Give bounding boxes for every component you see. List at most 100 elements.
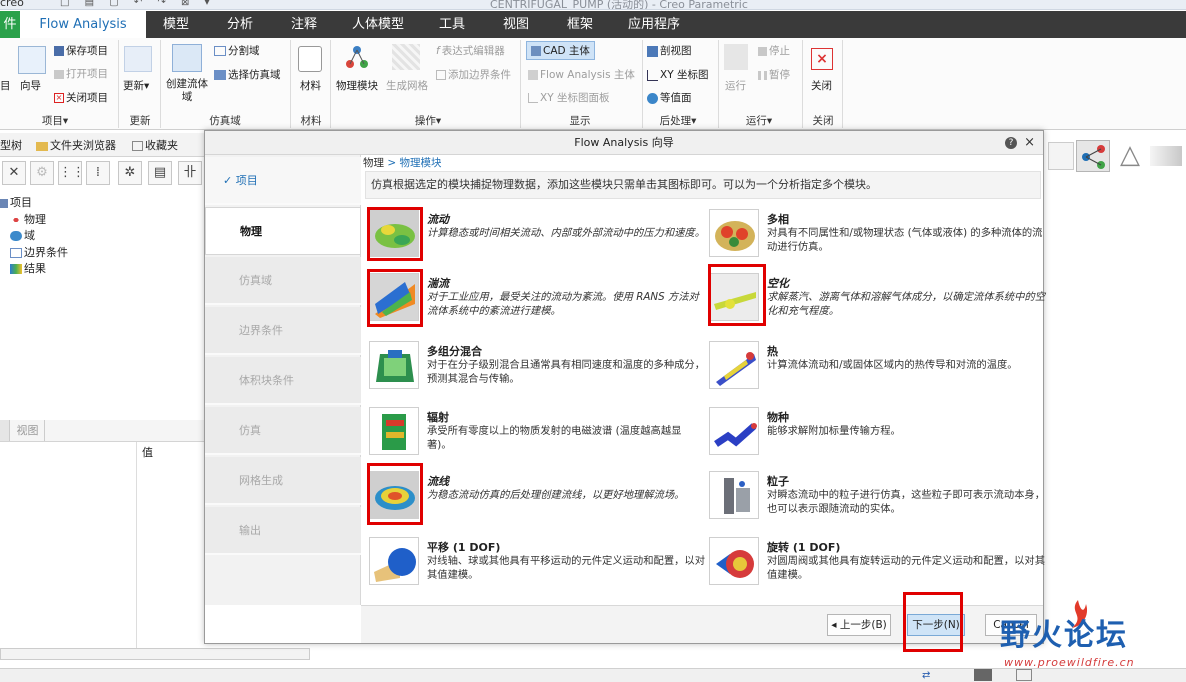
tab-stub[interactable] (0, 420, 10, 441)
expression-editor-button[interactable]: f 表达式编辑器 (436, 43, 505, 58)
fa-body-toggle[interactable]: Flow Analysis 主体 (528, 67, 635, 82)
physics-view-icon[interactable] (1076, 140, 1110, 172)
filter-icon[interactable]: 卝 (178, 161, 202, 185)
module-multiphase[interactable]: 多相 对具有不同属性和/或物理状态 (气体或液体) 的多种流体的流动进行仿真。 (705, 205, 1045, 269)
step-project[interactable]: ✓ 项目 (205, 157, 361, 205)
help-icon[interactable]: ? (1005, 137, 1017, 149)
triangle-icon[interactable]: △ (1116, 140, 1144, 172)
atom-icon[interactable]: ✲ (118, 161, 142, 185)
create-fluid-domain-button[interactable]: 创建流体域 (165, 78, 209, 104)
module-radiation[interactable]: 辐射 承受所有零度以上的物质发射的电磁波谱 (温度越高越显著)。 (365, 403, 705, 467)
close-icon[interactable]: × (811, 48, 833, 70)
close-button[interactable]: 关闭 (811, 78, 832, 93)
split-domain-button[interactable]: 分割域 (214, 43, 260, 58)
grid-icon[interactable]: ⋮⋮ (58, 161, 85, 185)
section-view-button[interactable]: 剖视图 (647, 43, 692, 58)
open-project-button[interactable]: 打开项目 (54, 66, 108, 81)
module-title: 辐射 (427, 411, 449, 424)
open-button[interactable]: 目 (0, 78, 11, 93)
step-boundary-conditions[interactable]: 边界条件 (205, 307, 361, 355)
module-rotation[interactable]: 旋转 (1 DOF) 对圆周阀或其他具有旋转运动的元件定义运动和配置，以对其值建… (705, 533, 1045, 597)
tree-item-project[interactable]: 项目 (0, 194, 32, 210)
module-multicomponent[interactable]: 多组分混合 对于在分子级别混合且通常具有相同速度和温度的多种成分，预测其混合与传… (365, 337, 705, 401)
wizard-icon[interactable] (18, 46, 46, 74)
update-icon[interactable] (124, 46, 152, 72)
tree-item-results[interactable]: 结果 (10, 260, 46, 276)
select-sim-domain-button[interactable]: 选择仿真域 (214, 67, 281, 82)
material-icon[interactable] (298, 46, 322, 72)
xy-panel-toggle[interactable]: XY 坐标图面板 (528, 90, 609, 105)
module-translation[interactable]: 平移 (1 DOF) 对线轴、球或其他具有平移运动的元件定义运动和配置，以对其值… (365, 533, 705, 597)
group-operations[interactable]: 操作▾ (400, 113, 456, 128)
stop-button[interactable]: 停止 (758, 43, 790, 58)
close-project-button[interactable]: × 关闭项目 (54, 90, 108, 105)
tab-view[interactable]: 视图 (11, 420, 45, 441)
save-project-button[interactable]: 保存项目 (54, 43, 108, 58)
mesh-icon[interactable] (392, 44, 420, 70)
material-button[interactable]: 材料 (300, 78, 321, 93)
status-gear-icon[interactable] (974, 669, 992, 681)
xy-panel-label: XY 坐标图面板 (540, 92, 610, 104)
previous-button[interactable]: ◂ 上一步(B) (827, 614, 891, 636)
list-icon[interactable]: ⁞ (86, 161, 110, 185)
tab-folder-browser[interactable]: 文件夹浏览器 (36, 137, 116, 153)
module-particles[interactable]: 粒子 对瞬态流动中的粒子进行仿真，这些粒子即可表示流动本身，也可以表示跟随流动的… (705, 467, 1045, 531)
tab-human-model[interactable]: 人体模型 (342, 11, 414, 38)
tab-tools[interactable]: 工具 (426, 11, 478, 38)
split-icon (214, 46, 226, 56)
group-run[interactable]: 运行▾ (734, 113, 784, 128)
tree-item-domain[interactable]: 域 (10, 227, 35, 243)
tab-flow-analysis[interactable]: Flow Analysis (20, 11, 146, 38)
run-button[interactable]: 运行 (725, 78, 746, 93)
pause-button[interactable]: 暂停 (758, 67, 790, 82)
tab-file[interactable]: 件 (0, 11, 20, 38)
step-mesh-generation[interactable]: 网格生成 (205, 457, 361, 505)
module-description: 计算流体流动和/或固体区域内的热传导和对流的温度。 (767, 359, 1018, 371)
step-simulation[interactable]: 仿真 (205, 407, 361, 455)
update-button[interactable]: 更新▾ (123, 78, 149, 93)
tab-analysis[interactable]: 分析 (214, 11, 266, 38)
physics-module-icon[interactable] (344, 44, 370, 70)
module-title: 湍流 (427, 277, 449, 290)
tree-icon[interactable]: ▤ (148, 161, 172, 185)
module-description: 对于在分子级别混合且通常具有相同速度和温度的多种成分，预测其混合与传输。 (427, 359, 706, 385)
wizard-button[interactable]: 向导 (20, 78, 41, 93)
module-heat[interactable]: 热 计算流体流动和/或固体区域内的热传导和对流的温度。 (705, 337, 1045, 401)
isosurface-button[interactable]: 等值面 (647, 90, 692, 105)
highlight-box (367, 463, 423, 525)
physics-module-button[interactable]: 物理模块 (336, 78, 378, 93)
step-physics[interactable]: 物理 (205, 207, 361, 255)
tree-item-boundary-conditions[interactable]: 边界条件 (10, 244, 68, 260)
close-icon[interactable]: × (1024, 135, 1035, 150)
add-bc-button[interactable]: 添加边界条件 (436, 67, 511, 82)
quick-access-toolbar[interactable]: □ ▤ ▢ ↶ ↷ ⊠ ▾ (60, 0, 216, 8)
create-fluid-domain-icon[interactable] (172, 44, 202, 72)
divider (290, 40, 291, 128)
module-species[interactable]: 物种 能够求解附加标量传输方程。 (705, 403, 1045, 467)
tree-item-physics[interactable]: 物理 (10, 211, 46, 227)
tab-favorites[interactable]: 收藏夹 (132, 137, 178, 153)
delete-icon[interactable]: ✕ (2, 161, 26, 185)
status-refresh-icon[interactable]: ⇄ (922, 670, 930, 681)
breadcrumb-root[interactable]: 物理 (363, 157, 384, 169)
step-output[interactable]: 输出 (205, 507, 361, 555)
xy-plot-button[interactable]: XY 坐标图 (647, 67, 708, 82)
filter-funnel-icon[interactable] (1048, 142, 1074, 170)
tab-view[interactable]: 视图 (490, 11, 542, 38)
tab-annotate[interactable]: 注释 (278, 11, 330, 38)
group-project[interactable]: 项目▾ (25, 113, 85, 128)
status-window-icon[interactable] (1016, 669, 1032, 681)
generate-mesh-button[interactable]: 生成网格 (386, 78, 428, 93)
settings-icon[interactable]: ⚙ (30, 161, 54, 185)
step-volume-conditions[interactable]: 体积块条件 (205, 357, 361, 405)
step-sim-domain[interactable]: 仿真域 (205, 257, 361, 305)
tab-model-tree[interactable]: 型树 (0, 137, 22, 153)
run-flag-icon[interactable] (724, 44, 748, 70)
shape-icon[interactable] (1150, 146, 1182, 166)
tab-model[interactable]: 模型 (150, 11, 202, 38)
tab-applications[interactable]: 应用程序 (618, 11, 690, 38)
horizontal-scrollbar[interactable] (0, 648, 310, 660)
group-post[interactable]: 后处理▾ (650, 113, 706, 128)
cad-body-toggle[interactable]: CAD 主体 (526, 41, 595, 60)
tab-frame[interactable]: 框架 (554, 11, 606, 38)
